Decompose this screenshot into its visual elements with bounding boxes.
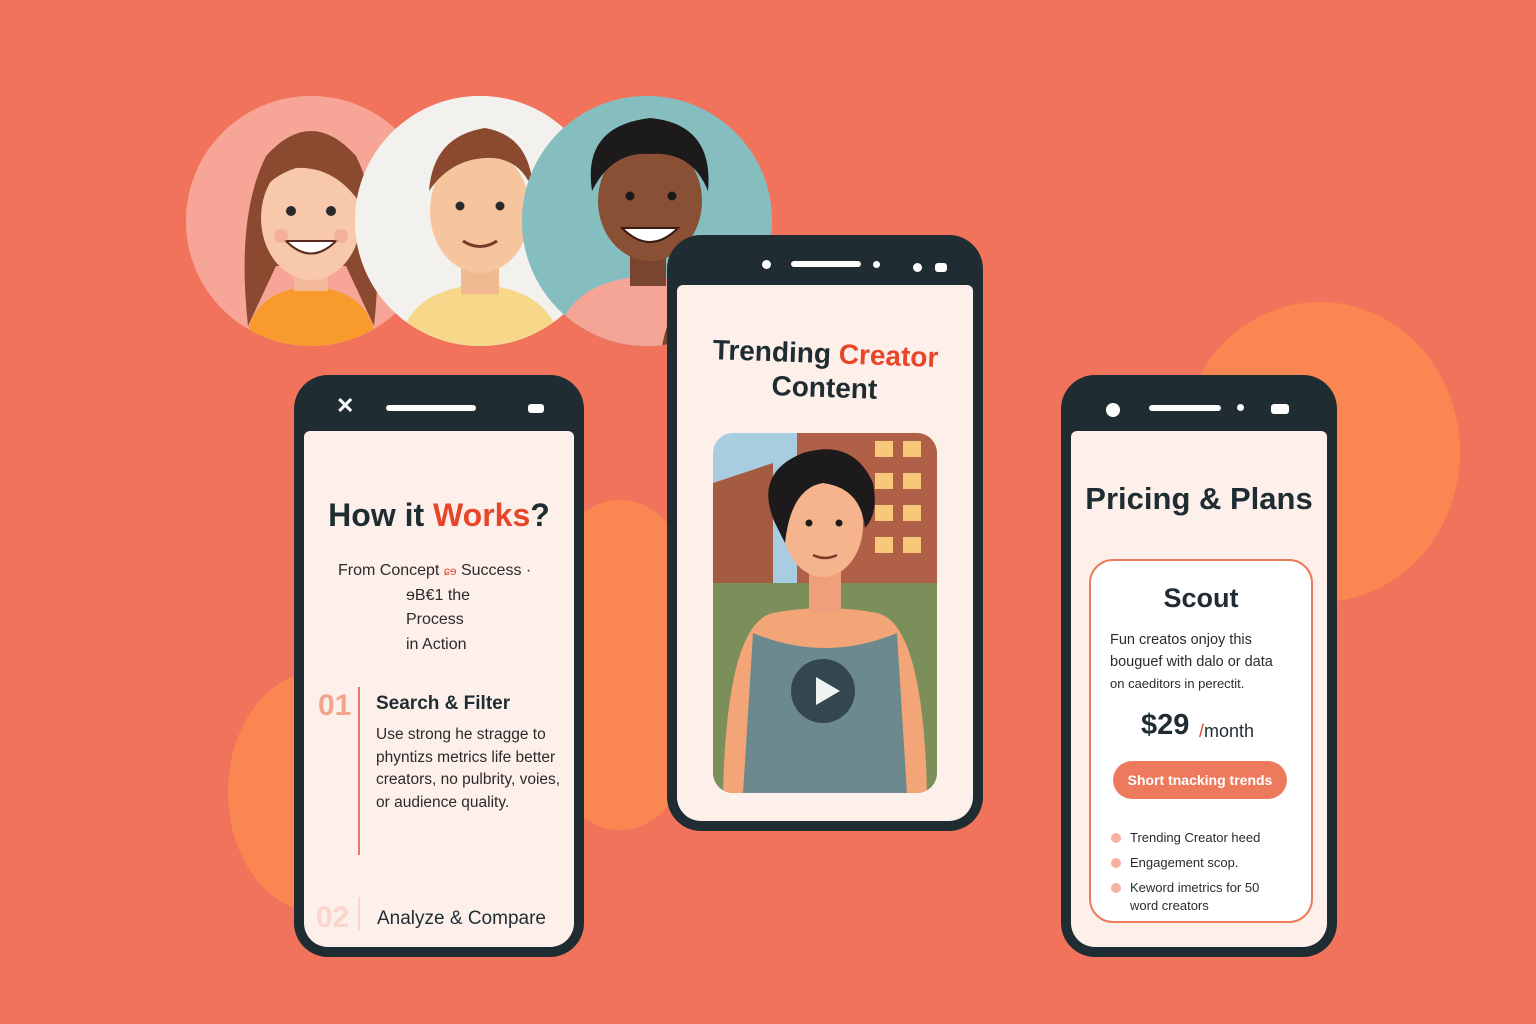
plan-price: $29 xyxy=(1141,709,1190,741)
step-description: Use strong he stragge to phyntizs metric… xyxy=(376,726,561,811)
phone-how-it-works: ✕ How it Works? From Concept ɕɘ Success … xyxy=(294,375,584,957)
feature-item: Keword imetrics for 50 word creators xyxy=(1111,879,1290,915)
phone-status-bar xyxy=(1061,375,1337,431)
page-title: Trending Creator Content xyxy=(712,334,939,405)
page-title: How it Works? xyxy=(328,497,550,533)
step-number: 02 xyxy=(316,901,350,934)
start-tracking-button[interactable]: Short tnacking trends xyxy=(1113,761,1287,799)
step-title[interactable]: Analyze & Compare xyxy=(377,908,546,930)
video-thumbnail[interactable] xyxy=(713,433,937,793)
creator-video-illustration xyxy=(713,433,937,793)
close-icon[interactable]: ✕ xyxy=(336,395,354,417)
camera-dot xyxy=(913,263,922,272)
pricing-card: Scout Fun creatos onjoy this bouguef wit… xyxy=(1089,559,1313,923)
step-number: 01 xyxy=(318,689,352,722)
phone-status-bar xyxy=(667,235,983,291)
phone-speaker xyxy=(1149,405,1221,411)
bullet-icon xyxy=(1111,883,1121,893)
feature-item: Engagement scop. xyxy=(1111,854,1290,872)
plan-period: /month xyxy=(1199,721,1255,741)
bullet-icon xyxy=(1111,858,1121,868)
phone-sensor xyxy=(528,404,544,413)
camera-dot xyxy=(1237,404,1244,411)
phone-screen: Trending Creator Content xyxy=(677,285,973,821)
phone-status-bar: ✕ xyxy=(294,375,584,431)
play-icon[interactable] xyxy=(791,659,855,723)
phone-trending: Trending Creator Content xyxy=(667,235,983,831)
phone-screen: Pricing & Plans Scout Fun creatos onjoy … xyxy=(1071,431,1327,947)
bullet-icon xyxy=(1111,833,1121,843)
phone-speaker xyxy=(791,261,861,267)
phone-sensor xyxy=(935,263,947,272)
step-divider xyxy=(358,687,360,855)
plan-description: Fun creatos onjoy this bouguef with dalo… xyxy=(1110,632,1273,691)
camera-dot xyxy=(762,260,771,269)
page-subtitle: From Concept ɕɘ Success · ɘB€1 the Proce… xyxy=(338,562,532,653)
phone-speaker xyxy=(386,405,476,411)
step-divider xyxy=(358,897,360,931)
camera-dot xyxy=(1106,403,1120,417)
step-title: Search & Filter xyxy=(376,693,511,714)
phone-sensor xyxy=(1271,404,1289,414)
phone-pricing: Pricing & Plans Scout Fun creatos onjoy … xyxy=(1061,375,1337,957)
phone-screen: How it Works? From Concept ɕɘ Success · … xyxy=(304,431,574,947)
plan-name: Scout xyxy=(1163,583,1239,613)
page-title: Pricing & Plans xyxy=(1085,481,1313,516)
feature-item: Trending Creator heed xyxy=(1111,829,1290,847)
camera-dot xyxy=(873,261,880,268)
